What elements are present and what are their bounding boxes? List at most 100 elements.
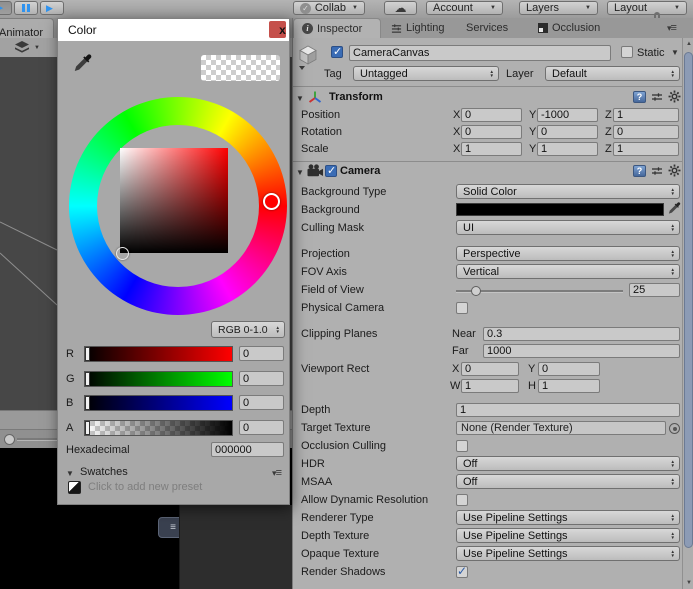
channel-a-field[interactable] <box>239 420 284 435</box>
channel-r-field[interactable] <box>239 346 284 361</box>
static-dropdown-caret[interactable]: ▼ <box>671 48 679 57</box>
physical-camera-checkbox[interactable] <box>456 302 468 314</box>
play-button[interactable]: ▶ <box>0 1 12 15</box>
eyedropper-icon[interactable] <box>667 200 682 215</box>
transform-axes-icon <box>308 91 322 103</box>
culling-mask-dropdown[interactable]: UI <box>456 220 680 235</box>
gameobject-name-field[interactable] <box>349 45 611 61</box>
scale-x-field[interactable] <box>461 142 522 156</box>
saturation-value-selector[interactable] <box>116 247 129 260</box>
channel-b-slider[interactable] <box>84 395 233 411</box>
rotation-z-field[interactable] <box>613 125 679 139</box>
swatches-foldout[interactable] <box>66 467 74 479</box>
tab-lighting[interactable]: Lighting <box>383 18 453 38</box>
allow-dynamic-resolution-checkbox[interactable] <box>456 494 468 506</box>
channel-g-slider[interactable] <box>84 371 233 387</box>
chevron-down-icon[interactable]: ▼ <box>34 45 40 51</box>
near-field[interactable] <box>483 327 680 341</box>
tag-dropdown[interactable]: Untagged <box>353 66 499 81</box>
occlusion-culling-checkbox[interactable] <box>456 440 468 452</box>
position-x-field[interactable] <box>461 108 522 122</box>
channel-b-field[interactable] <box>239 395 284 410</box>
scale-y-field[interactable] <box>537 142 598 156</box>
position-z-field[interactable] <box>613 108 679 122</box>
viewport-w-field[interactable] <box>461 379 519 393</box>
updown-arrows-icon <box>276 326 280 334</box>
scroll-down-button[interactable]: ▼ <box>683 577 693 589</box>
depth-texture-dropdown[interactable]: Use Pipeline Settings <box>456 528 680 543</box>
layers-dropdown[interactable]: Layers <box>519 1 598 15</box>
saturation-value-square[interactable] <box>120 148 228 253</box>
hdr-dropdown[interactable]: Off <box>456 456 680 471</box>
depth-field[interactable] <box>456 403 680 417</box>
tab-services[interactable]: Services <box>458 18 516 38</box>
channel-a-slider[interactable] <box>84 420 233 436</box>
background-label: Background <box>301 204 360 216</box>
step-button[interactable]: ▶ <box>40 1 64 15</box>
camera-foldout[interactable] <box>296 166 304 178</box>
channel-r-handle[interactable] <box>85 347 90 361</box>
layer-dropdown[interactable]: Default <box>545 66 680 81</box>
render-shadows-checkbox[interactable] <box>456 564 468 578</box>
help-icon[interactable] <box>633 164 646 177</box>
gear-icon[interactable] <box>668 164 681 177</box>
channel-a-handle[interactable] <box>85 421 90 435</box>
account-dropdown[interactable]: Account <box>426 1 503 15</box>
viewport-x-field[interactable] <box>461 362 519 376</box>
opaque-texture-dropdown[interactable]: Use Pipeline Settings <box>456 546 680 561</box>
scrollbar-thumb[interactable] <box>684 52 693 548</box>
color-window-titlebar[interactable]: Color x <box>58 19 289 41</box>
rotation-y-field[interactable] <box>537 125 598 139</box>
msaa-dropdown[interactable]: Off <box>456 474 680 489</box>
add-preset-swatch-icon <box>68 481 81 494</box>
fov-slider-handle[interactable] <box>471 286 481 296</box>
viewport-y-field[interactable] <box>538 362 600 376</box>
color-format-dropdown[interactable]: RGB 0-1.0 <box>211 321 285 338</box>
viewport-h-field[interactable] <box>538 379 600 393</box>
collab-button[interactable]: Collab <box>293 1 365 15</box>
background-color-swatch[interactable] <box>456 203 664 216</box>
channel-b-handle[interactable] <box>85 396 90 410</box>
object-picker-icon[interactable] <box>669 423 680 434</box>
layout-dropdown[interactable]: Layout <box>607 1 687 15</box>
position-y-field[interactable] <box>537 108 598 122</box>
camera-enable-checkbox[interactable] <box>325 164 337 177</box>
far-field[interactable] <box>483 344 680 358</box>
culling-mask-value: UI <box>463 221 474 234</box>
target-texture-field[interactable]: None (Render Texture) <box>456 421 666 435</box>
scale-z-field[interactable] <box>613 142 679 156</box>
pause-button[interactable] <box>14 1 38 15</box>
preview-slider-handle[interactable] <box>4 434 15 445</box>
transform-foldout[interactable] <box>296 92 304 104</box>
projection-dropdown[interactable]: Perspective <box>456 246 680 261</box>
channel-g-handle[interactable] <box>85 372 90 386</box>
swatches-menu-icon[interactable] <box>272 467 281 479</box>
gear-icon[interactable] <box>668 90 681 103</box>
fov-slider-track[interactable] <box>456 290 623 293</box>
layers-stack-icon[interactable] <box>12 40 32 55</box>
scroll-up-button[interactable]: ▲ <box>683 38 693 50</box>
eyedropper-icon[interactable] <box>72 51 94 73</box>
rotation-x-field[interactable] <box>461 125 522 139</box>
hue-selector[interactable] <box>263 193 280 210</box>
cloud-button[interactable] <box>384 1 417 15</box>
static-checkbox[interactable] <box>621 46 633 58</box>
help-icon[interactable] <box>633 90 646 103</box>
inspector-icon <box>302 23 313 34</box>
tab-inspector[interactable]: Inspector <box>293 18 381 38</box>
renderer-type-dropdown[interactable]: Use Pipeline Settings <box>456 510 680 525</box>
preset-icon[interactable] <box>651 91 663 103</box>
swatch-preset-row[interactable]: Click to add new preset <box>58 481 291 501</box>
background-type-dropdown[interactable]: Solid Color <box>456 184 680 199</box>
close-button[interactable]: x <box>269 21 286 38</box>
fov-value-field[interactable] <box>629 283 680 297</box>
channel-r-slider[interactable] <box>84 346 233 362</box>
inspector-scrollbar[interactable]: ▲ ▼ <box>682 38 693 589</box>
inspector-pane-menu[interactable] <box>667 22 676 34</box>
gameobject-enable-checkbox[interactable] <box>331 45 343 58</box>
tab-occlusion[interactable]: Occlusion <box>530 18 608 38</box>
channel-g-field[interactable] <box>239 371 284 386</box>
preset-icon[interactable] <box>651 165 663 177</box>
fov-axis-dropdown[interactable]: Vertical <box>456 264 680 279</box>
hexadecimal-field[interactable] <box>211 442 284 457</box>
